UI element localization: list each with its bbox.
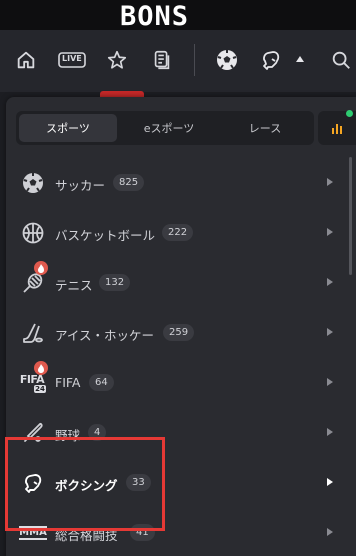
fifa-icon-subtext: 24 <box>34 384 46 393</box>
chevron-right-icon <box>327 428 333 436</box>
betslip-icon[interactable] <box>149 47 175 73</box>
brand-logo[interactable]: BONS <box>120 1 189 32</box>
main-navbar: LIVE <box>0 30 356 92</box>
chevron-right-icon <box>327 528 333 536</box>
sport-count-badge: 825 <box>113 174 145 191</box>
fire-icon <box>34 261 48 275</box>
live-icon[interactable]: LIVE <box>58 47 86 73</box>
fifa-icon-text: FIFA <box>19 372 45 386</box>
bar-chart-icon <box>332 124 342 134</box>
live-label: LIVE <box>62 54 82 63</box>
nav-divider <box>194 44 195 76</box>
sport-label: テニス <box>55 278 93 293</box>
chevron-right-icon <box>327 328 333 336</box>
home-icon[interactable] <box>13 47 39 73</box>
sport-count-badge: 222 <box>162 224 194 241</box>
brand-bar: BONS <box>0 0 356 32</box>
chevron-right-icon <box>327 228 333 236</box>
soccer-ball-icon[interactable] <box>214 47 240 73</box>
sport-item-tennis[interactable]: テニス 132 <box>6 258 346 308</box>
sports-tab-bar: スポーツ eスポーツ レース <box>16 111 314 145</box>
star-icon[interactable] <box>104 47 130 73</box>
chevron-right-icon <box>327 378 333 386</box>
sport-label: サッカー <box>55 178 106 193</box>
tab-esports[interactable]: eスポーツ <box>120 114 218 142</box>
online-indicator <box>346 110 353 117</box>
sport-item-fifa[interactable]: FIFA 24 FIFA 64 <box>6 358 346 408</box>
nav-caret-up-icon[interactable] <box>296 56 304 62</box>
search-icon[interactable] <box>328 47 354 73</box>
chevron-right-icon <box>327 278 333 286</box>
chevron-right-icon <box>327 178 333 186</box>
sport-label: バスケットボール <box>55 228 156 243</box>
sport-count-badge: 64 <box>89 374 114 391</box>
tab-racing[interactable]: レース <box>219 114 311 142</box>
highlight-box <box>5 437 165 531</box>
soccer-ball-icon <box>20 170 46 196</box>
chevron-right-icon <box>327 478 333 486</box>
sport-label: アイス・ホッケー <box>55 328 155 343</box>
ice-hockey-icon <box>20 320 46 346</box>
fire-icon <box>34 361 48 375</box>
boxing-glove-icon[interactable] <box>258 47 284 73</box>
sport-item-ice-hockey[interactable]: アイス・ホッケー 259 <box>6 308 346 358</box>
panel-scrollbar[interactable] <box>349 157 352 275</box>
sport-label: FIFA <box>55 375 81 390</box>
sport-item-soccer[interactable]: サッカー 825 <box>6 158 346 208</box>
tab-sports[interactable]: スポーツ <box>19 114 117 142</box>
basketball-icon <box>20 220 46 246</box>
sport-item-basketball[interactable]: バスケットボール 222 <box>6 208 346 258</box>
sport-count-badge: 259 <box>163 324 195 341</box>
sport-count-badge: 132 <box>99 274 131 291</box>
